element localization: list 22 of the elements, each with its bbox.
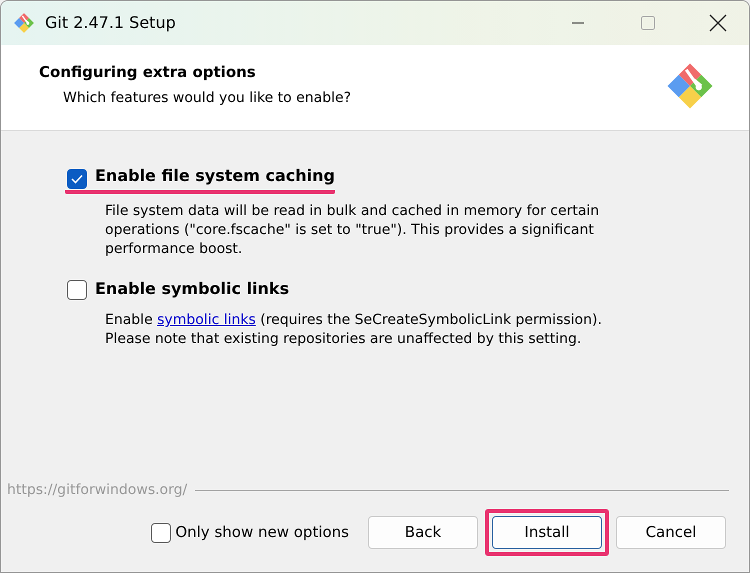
check-icon — [71, 174, 83, 184]
option-label: Enable file system caching — [65, 164, 335, 194]
dialog-button[interactable]: Install — [492, 516, 602, 549]
checkbox[interactable] — [67, 169, 87, 189]
checkbox[interactable] — [151, 522, 172, 542]
checkbox[interactable] — [67, 280, 87, 300]
header-subtitle: Which features would you like to enable? — [63, 88, 352, 108]
dialog-button[interactable]: Cancel — [616, 516, 726, 549]
app-icon — [13, 12, 35, 34]
link[interactable]: symbolic links — [157, 312, 256, 328]
checkbox-label: Only show new options — [175, 522, 349, 544]
header-title: Configuring extra options — [39, 62, 257, 83]
maximize-icon — [640, 15, 656, 31]
option-description: File system data will be read in bulk and cached in memory for certain operations ("core.fscache" is set to "true"). This provides a significant performance boost. — [105, 202, 600, 259]
option-description: Enable symbolic links (requires the SeCreateSymbolicLink permission). Please note that existing repositories are unaffected by this setting. — [105, 311, 603, 349]
window-title: Git 2.47.1 Setup — [45, 12, 176, 34]
close-icon — [709, 14, 727, 32]
minimize-icon — [571, 22, 585, 24]
url-text: https://gitforwindows.org/ — [7, 481, 188, 500]
option-label: Enable symbolic links — [95, 278, 290, 300]
dialog-button[interactable]: Back — [368, 516, 478, 549]
git-logo-icon — [665, 61, 715, 111]
